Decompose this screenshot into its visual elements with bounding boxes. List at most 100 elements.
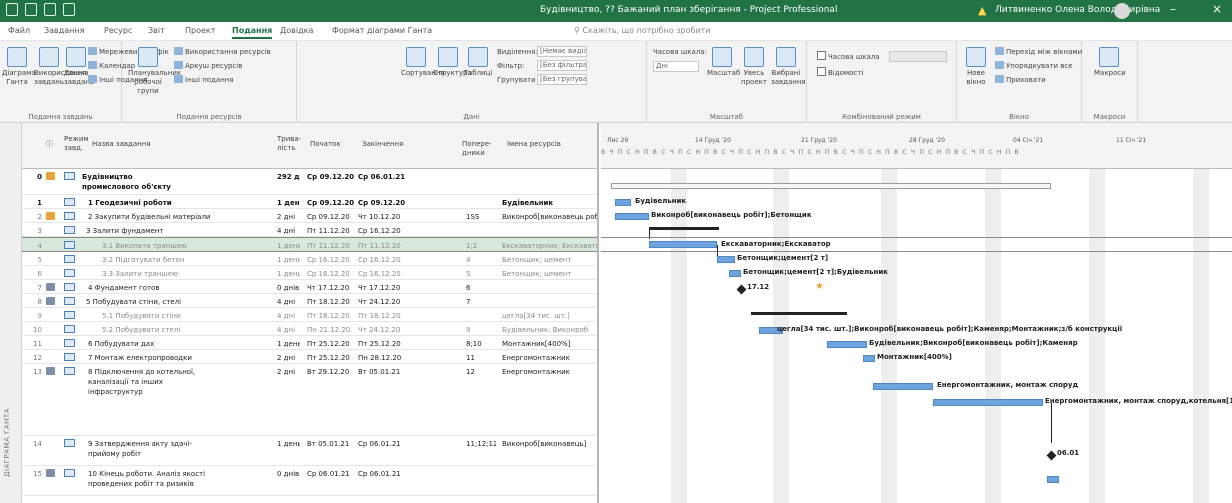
task-finish[interactable]: Пт 25.12.20: [358, 339, 412, 349]
minimize-button[interactable]: –: [1170, 2, 1176, 16]
task-finish[interactable]: Ср 06.01.21: [358, 172, 412, 182]
task-usage-button[interactable]: Використання завдань: [34, 47, 86, 87]
task-row[interactable]: 13 8 Підключення до котельної, каналізац…: [22, 364, 597, 436]
task-name[interactable]: 10 Кінець роботи. Аналіз якості проведен…: [88, 469, 208, 489]
task-resources[interactable]: Будівельник; Виконроб: [502, 325, 597, 335]
milestone-diamond[interactable]: [1046, 450, 1057, 461]
header-mode[interactable]: Режим завд.: [64, 135, 89, 153]
milestone-diamond[interactable]: [736, 284, 747, 295]
task-row[interactable]: 12 7 Монтаж електропроводки 2 дні Пт 25.…: [22, 350, 597, 364]
task-bar[interactable]: [827, 341, 867, 348]
task-start[interactable]: Пт 25.12.20: [307, 353, 359, 363]
task-start[interactable]: Пн 21.12.20: [307, 325, 359, 335]
task-row[interactable]: 9 5.1 Побудувати стіни 4 дні Пт 18.12.20…: [22, 308, 597, 322]
task-row-selected[interactable]: 4 3.1 Викопати траншею 1 день Пт 11.12.2…: [22, 237, 597, 252]
details-checkbox[interactable]: Відомості: [817, 67, 863, 77]
redo-icon[interactable]: [44, 3, 56, 16]
tell-me-search[interactable]: ⚲ Скажіть, що потрібно зробити: [574, 26, 711, 35]
task-resources[interactable]: Енергомонтажник: [502, 367, 597, 377]
task-predecessors[interactable]: 8;10: [466, 339, 496, 349]
zoom-button[interactable]: Масштаб: [707, 47, 740, 78]
avatar[interactable]: [1114, 3, 1130, 19]
task-predecessors[interactable]: 5: [466, 269, 496, 279]
task-row[interactable]: 0 Будівництво промислового об'єкту 292 д…: [22, 169, 597, 195]
task-predecessors[interactable]: 11;12;12: [466, 439, 496, 449]
task-duration[interactable]: 1 день: [277, 339, 300, 349]
task-bar[interactable]: [863, 355, 875, 362]
gantt-chart-button[interactable]: Діаграма Ганта: [2, 47, 36, 87]
task-row[interactable]: 7 4 Фундамент готов 0 днів Чт 17.12.20 Ч…: [22, 280, 597, 294]
save-icon[interactable]: [6, 3, 18, 16]
task-resources[interactable]: Бетонщик; цемент: [502, 255, 597, 265]
task-duration[interactable]: 1 день: [277, 198, 300, 208]
task-name[interactable]: 3.2 Підготувати бетон: [102, 255, 272, 265]
task-name[interactable]: 7 Монтаж електропроводки: [88, 353, 273, 363]
details-view-dropdown[interactable]: [889, 51, 947, 62]
task-finish[interactable]: Пт 11.12.20: [358, 241, 412, 251]
task-finish[interactable]: Вт 05.01.21: [358, 367, 412, 377]
task-start[interactable]: Ср 06.01.21: [307, 469, 359, 479]
task-duration[interactable]: 0 днів: [277, 283, 300, 293]
task-bar[interactable]: [729, 270, 741, 277]
task-duration[interactable]: 1 день: [277, 269, 300, 279]
header-duration[interactable]: Трива-лість: [277, 135, 303, 153]
task-name[interactable]: 8 Підключення до котельної, каналізації …: [88, 367, 204, 397]
task-predecessors[interactable]: 11: [466, 353, 496, 363]
task-name[interactable]: 9 Затвердження акту здачі-прийому робіт: [88, 439, 208, 459]
task-predecessors[interactable]: 1SS: [466, 212, 496, 222]
task-finish[interactable]: Ср 16.12.20: [358, 226, 412, 236]
task-finish[interactable]: Чт 24.12.20: [358, 297, 412, 307]
task-name[interactable]: 4 Фундамент готов: [88, 283, 273, 293]
task-name[interactable]: 6 Побудувати дах: [88, 339, 273, 349]
task-name[interactable]: Будівництво промислового об'єкту: [82, 172, 182, 192]
tables-button[interactable]: Таблиці: [463, 47, 493, 78]
task-name[interactable]: 3.3 Залити траншею: [102, 269, 272, 279]
task-bar[interactable]: [1047, 476, 1059, 483]
task-row[interactable]: 3 3 Залити фундамент 4 дні Пт 11.12.20 С…: [22, 223, 597, 237]
task-finish[interactable]: Ср 09.12.20: [358, 198, 412, 208]
header-resources[interactable]: Імена ресурсів: [507, 140, 561, 149]
task-start[interactable]: Ср 09.12.20: [307, 198, 359, 208]
task-name[interactable]: 5 Побудувати стіни, стелі: [86, 297, 271, 307]
task-row[interactable]: 11 6 Побудувати дах 1 день Пт 25.12.20 П…: [22, 336, 597, 350]
customize-icon[interactable]: [63, 3, 75, 16]
filter-dropdown[interactable]: [Без фільтра]: [537, 60, 587, 71]
task-predecessors[interactable]: 6: [466, 283, 496, 293]
team-planner-button[interactable]: Планувальник робочої групи: [128, 47, 181, 96]
resource-sheet-button[interactable]: Аркуш ресурсів: [174, 61, 242, 71]
task-finish[interactable]: Чт 24.12.20: [358, 325, 412, 335]
task-resources[interactable]: Будівельник: [502, 198, 597, 208]
task-finish[interactable]: Ср 06.01.21: [358, 469, 412, 479]
warning-icon[interactable]: ▲: [978, 4, 986, 17]
group-by-dropdown[interactable]: [Без групування]: [537, 74, 587, 85]
arrange-all-button[interactable]: Упорядкувати все: [995, 61, 1073, 71]
summary-bar[interactable]: [751, 312, 847, 315]
resource-usage-button[interactable]: Використання ресурсів: [174, 47, 271, 57]
task-start[interactable]: Чт 17.12.20: [307, 283, 359, 293]
task-row[interactable]: 8 5 Побудувати стіни, стелі 4 дні Пт 18.…: [22, 294, 597, 308]
task-name[interactable]: 1 Геодезичні роботи: [88, 198, 273, 208]
task-finish[interactable]: Пн 28.12.20: [358, 353, 412, 363]
tab-help[interactable]: Довідка: [280, 26, 313, 35]
task-name[interactable]: 2 Закупити будівельні матеріали: [88, 212, 273, 222]
task-duration[interactable]: 4 дні: [277, 297, 300, 307]
new-window-button[interactable]: Нове вікно: [961, 47, 991, 87]
task-duration[interactable]: 1 день: [277, 241, 300, 251]
task-start[interactable]: Вт 29.12.20: [307, 367, 359, 377]
project-summary-bar[interactable]: [611, 183, 1051, 189]
task-duration[interactable]: 2 дні: [277, 212, 300, 222]
task-start[interactable]: Пт 11.12.20: [307, 226, 359, 236]
task-duration[interactable]: 2 дні: [277, 367, 300, 377]
task-row[interactable]: 10 5.2 Побудувати стелі 4 дні Пн 21.12.2…: [22, 322, 597, 336]
task-resources[interactable]: Виконроб[виконавець робіт]: [502, 212, 597, 222]
user-name[interactable]: Литвиненко Олена Володимирівна: [995, 5, 1160, 15]
task-start[interactable]: Ср 09.12.20: [307, 172, 359, 182]
header-finish[interactable]: Закінчення: [362, 140, 403, 149]
task-resources[interactable]: цегла[34 тис. шт.]: [502, 311, 597, 321]
task-row[interactable]: 6 3.3 Залити траншею 1 день Ср 16.12.20 …: [22, 266, 597, 280]
hide-button[interactable]: Приховати: [995, 75, 1046, 85]
task-bar[interactable]: [615, 199, 631, 206]
task-finish[interactable]: Ср 16.12.20: [358, 255, 412, 265]
task-duration[interactable]: 1 день: [277, 439, 300, 449]
task-predecessors[interactable]: 1;2: [466, 241, 496, 251]
